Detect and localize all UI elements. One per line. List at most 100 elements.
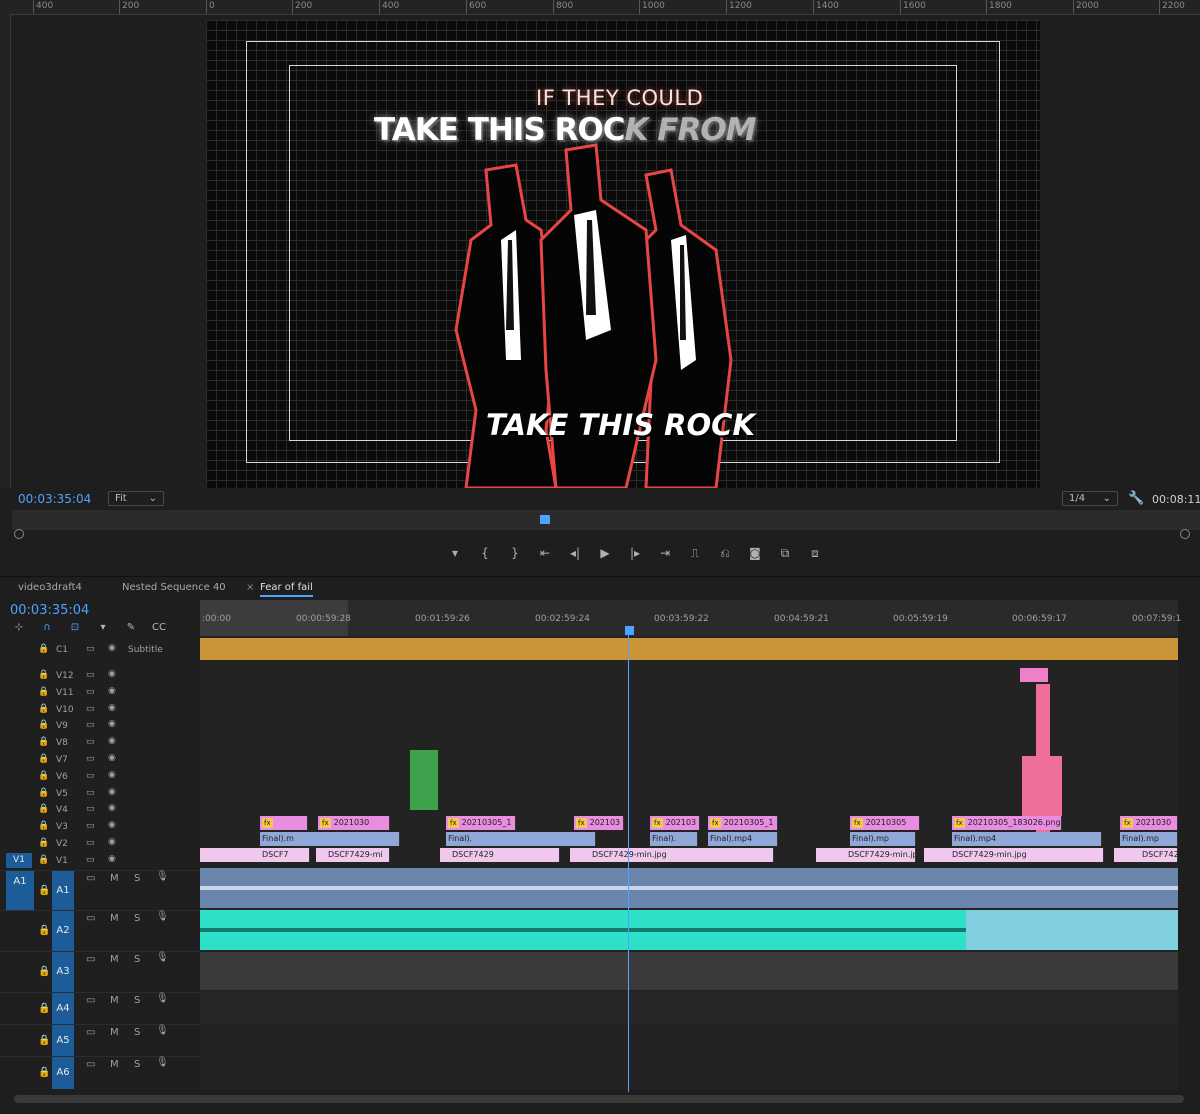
eye-icon[interactable]: ◉	[108, 770, 116, 780]
lock-icon[interactable]: 🔒	[38, 670, 49, 680]
clip-v2[interactable]: Final).	[446, 832, 596, 846]
toggle-sync-icon[interactable]: ▭	[86, 704, 95, 714]
lock-icon[interactable]: 🔒	[38, 720, 49, 730]
stacked-clips-column[interactable]	[1022, 756, 1062, 816]
clip-v3[interactable]: fx 2021030	[1120, 816, 1178, 830]
microphone-icon[interactable]: 🎙	[156, 1025, 169, 1036]
microphone-icon[interactable]: 🎙	[156, 871, 169, 882]
track-name[interactable]: A3	[52, 952, 74, 992]
lock-icon[interactable]: 🔒	[38, 754, 49, 764]
clip-v2[interactable]: Final).mp4	[708, 832, 778, 846]
clip-v1[interactable]: DSCF7429-min.jpg	[924, 848, 1104, 862]
add-marker-button[interactable]: ▾	[440, 542, 470, 564]
mute-button[interactable]: M	[110, 873, 119, 884]
solo-button[interactable]: S	[134, 954, 140, 965]
mute-button[interactable]: M	[110, 1027, 119, 1038]
scroll-handle[interactable]	[14, 529, 24, 539]
play-button[interactable]: ▶	[590, 542, 620, 564]
timeline-playhead-handle[interactable]	[625, 626, 634, 635]
clip-v1[interactable]: DSCF7429-min.jpg	[570, 848, 774, 862]
clip-v1[interactable]: DSCF742	[1114, 848, 1178, 862]
toggle-sync-icon[interactable]: ▭	[86, 737, 95, 747]
go-to-in-button[interactable]: ⇤	[530, 542, 560, 564]
toggle-sync-icon[interactable]: ▭	[86, 821, 95, 831]
eye-icon[interactable]: ◉	[108, 736, 116, 746]
lock-icon[interactable]: 🔒	[38, 855, 49, 865]
clip-v3[interactable]: fx 2021030	[318, 816, 390, 830]
program-monitor-canvas[interactable]: IF THEY COULD TAKE THIS ROCK FROM TAKE T…	[206, 20, 1040, 488]
go-to-out-button[interactable]: ⇥	[650, 542, 680, 564]
toggle-sync-icon[interactable]: ▭	[86, 804, 95, 814]
clip-v2[interactable]: Final).mp	[850, 832, 916, 846]
lock-icon[interactable]: 🔒	[38, 966, 50, 977]
toggle-sync-icon[interactable]: ▭	[86, 670, 95, 680]
eye-icon[interactable]: ◉	[108, 643, 116, 653]
track-name[interactable]: A6	[52, 1057, 74, 1089]
captions-icon[interactable]: CC	[150, 622, 168, 638]
audio-clip-a2[interactable]	[200, 910, 966, 950]
solo-button[interactable]: S	[134, 913, 140, 924]
clip-v3[interactable]: fx 20210305_1	[708, 816, 778, 830]
solo-button[interactable]: S	[134, 1059, 140, 1070]
toggle-sync-icon[interactable]: ▭	[86, 873, 95, 884]
microphone-icon[interactable]: 🎙	[156, 1057, 169, 1068]
mute-button[interactable]: M	[110, 954, 119, 965]
toggle-sync-icon[interactable]: ▭	[86, 838, 95, 848]
toggle-sync-icon[interactable]: ▭	[86, 687, 95, 697]
microphone-icon[interactable]: 🎙	[156, 993, 169, 1004]
microphone-icon[interactable]: 🎙	[156, 952, 169, 963]
mute-button[interactable]: M	[110, 1059, 119, 1070]
solo-button[interactable]: S	[134, 1027, 140, 1038]
nest-icon[interactable]: ⊹	[10, 622, 28, 638]
lock-icon[interactable]: 🔒	[38, 771, 49, 781]
zoom-select[interactable]: Fit ⌄	[108, 491, 164, 506]
clip-v1[interactable]: DSCF7429-min.jpg	[816, 848, 916, 862]
timeline-timecode[interactable]: 00:03:35:04	[10, 603, 89, 618]
subtitle-clips-strip[interactable]	[200, 638, 1178, 660]
insert-button[interactable]: ⧉	[770, 542, 800, 564]
clip-v3[interactable]: fx 202103	[650, 816, 700, 830]
mark-in-button[interactable]: {	[470, 542, 500, 564]
monitor-scrub-bar[interactable]	[12, 510, 1200, 530]
eye-icon[interactable]: ◉	[108, 854, 116, 864]
vertical-scrollbar[interactable]	[1178, 660, 1200, 1090]
tab-nested-sequence-40[interactable]: Nested Sequence 40	[122, 582, 226, 593]
clip-v3[interactable]: fx 20210305_183026.png	[952, 816, 1062, 830]
mark-out-button[interactable]: }	[500, 542, 530, 564]
monitor-playhead[interactable]	[540, 515, 550, 524]
lock-icon[interactable]: 🔒	[38, 925, 50, 936]
solo-button[interactable]: S	[134, 873, 140, 884]
snap-icon[interactable]: ∩	[38, 622, 56, 638]
lock-icon[interactable]: 🔒	[38, 788, 49, 798]
lock-icon[interactable]: 🔒	[38, 704, 49, 714]
audio-clip-a1[interactable]	[200, 868, 1178, 908]
lock-icon[interactable]: 🔒	[38, 737, 49, 747]
source-patch-v1[interactable]: V1	[6, 852, 32, 868]
toggle-sync-icon[interactable]: ▭	[86, 771, 95, 781]
lock-icon[interactable]: 🔒	[38, 821, 49, 831]
lock-icon[interactable]: 🔒	[38, 804, 49, 814]
clip-v7-v4[interactable]	[410, 750, 438, 810]
toggle-sync-icon[interactable]: ▭	[86, 913, 95, 924]
source-patch-a1[interactable]: A1	[6, 871, 34, 911]
scrollbar-thumb[interactable]	[14, 1095, 1184, 1103]
eye-icon[interactable]: ◉	[108, 787, 116, 797]
clip-v1[interactable]: DSCF7	[200, 848, 310, 862]
solo-button[interactable]: S	[134, 995, 140, 1006]
audio-clip-a2[interactable]	[966, 910, 1178, 950]
track-name[interactable]: A2	[52, 911, 74, 951]
mute-button[interactable]: M	[110, 995, 119, 1006]
eye-icon[interactable]: ◉	[108, 686, 116, 696]
clip-v2[interactable]: Final).m	[260, 832, 400, 846]
eye-icon[interactable]: ◉	[108, 719, 116, 729]
timeline-tracks-area[interactable]: fx fx 2021030 fx 20210305_1 fx 202103 fx 202…	[200, 636, 1178, 1090]
clip-v2[interactable]: Final).	[650, 832, 698, 846]
toggle-sync-icon[interactable]: ▭	[86, 1059, 95, 1070]
clip-v1[interactable]: DSCF7429-mi	[316, 848, 390, 862]
lock-icon[interactable]: 🔒	[38, 885, 50, 896]
horizontal-scrollbar[interactable]	[0, 1092, 1200, 1106]
clip-v12[interactable]	[1020, 668, 1048, 682]
lock-icon[interactable]: 🔒	[38, 644, 49, 654]
monitor-timecode[interactable]: 00:03:35:04	[18, 492, 91, 506]
clip-v3[interactable]: fx	[260, 816, 308, 830]
